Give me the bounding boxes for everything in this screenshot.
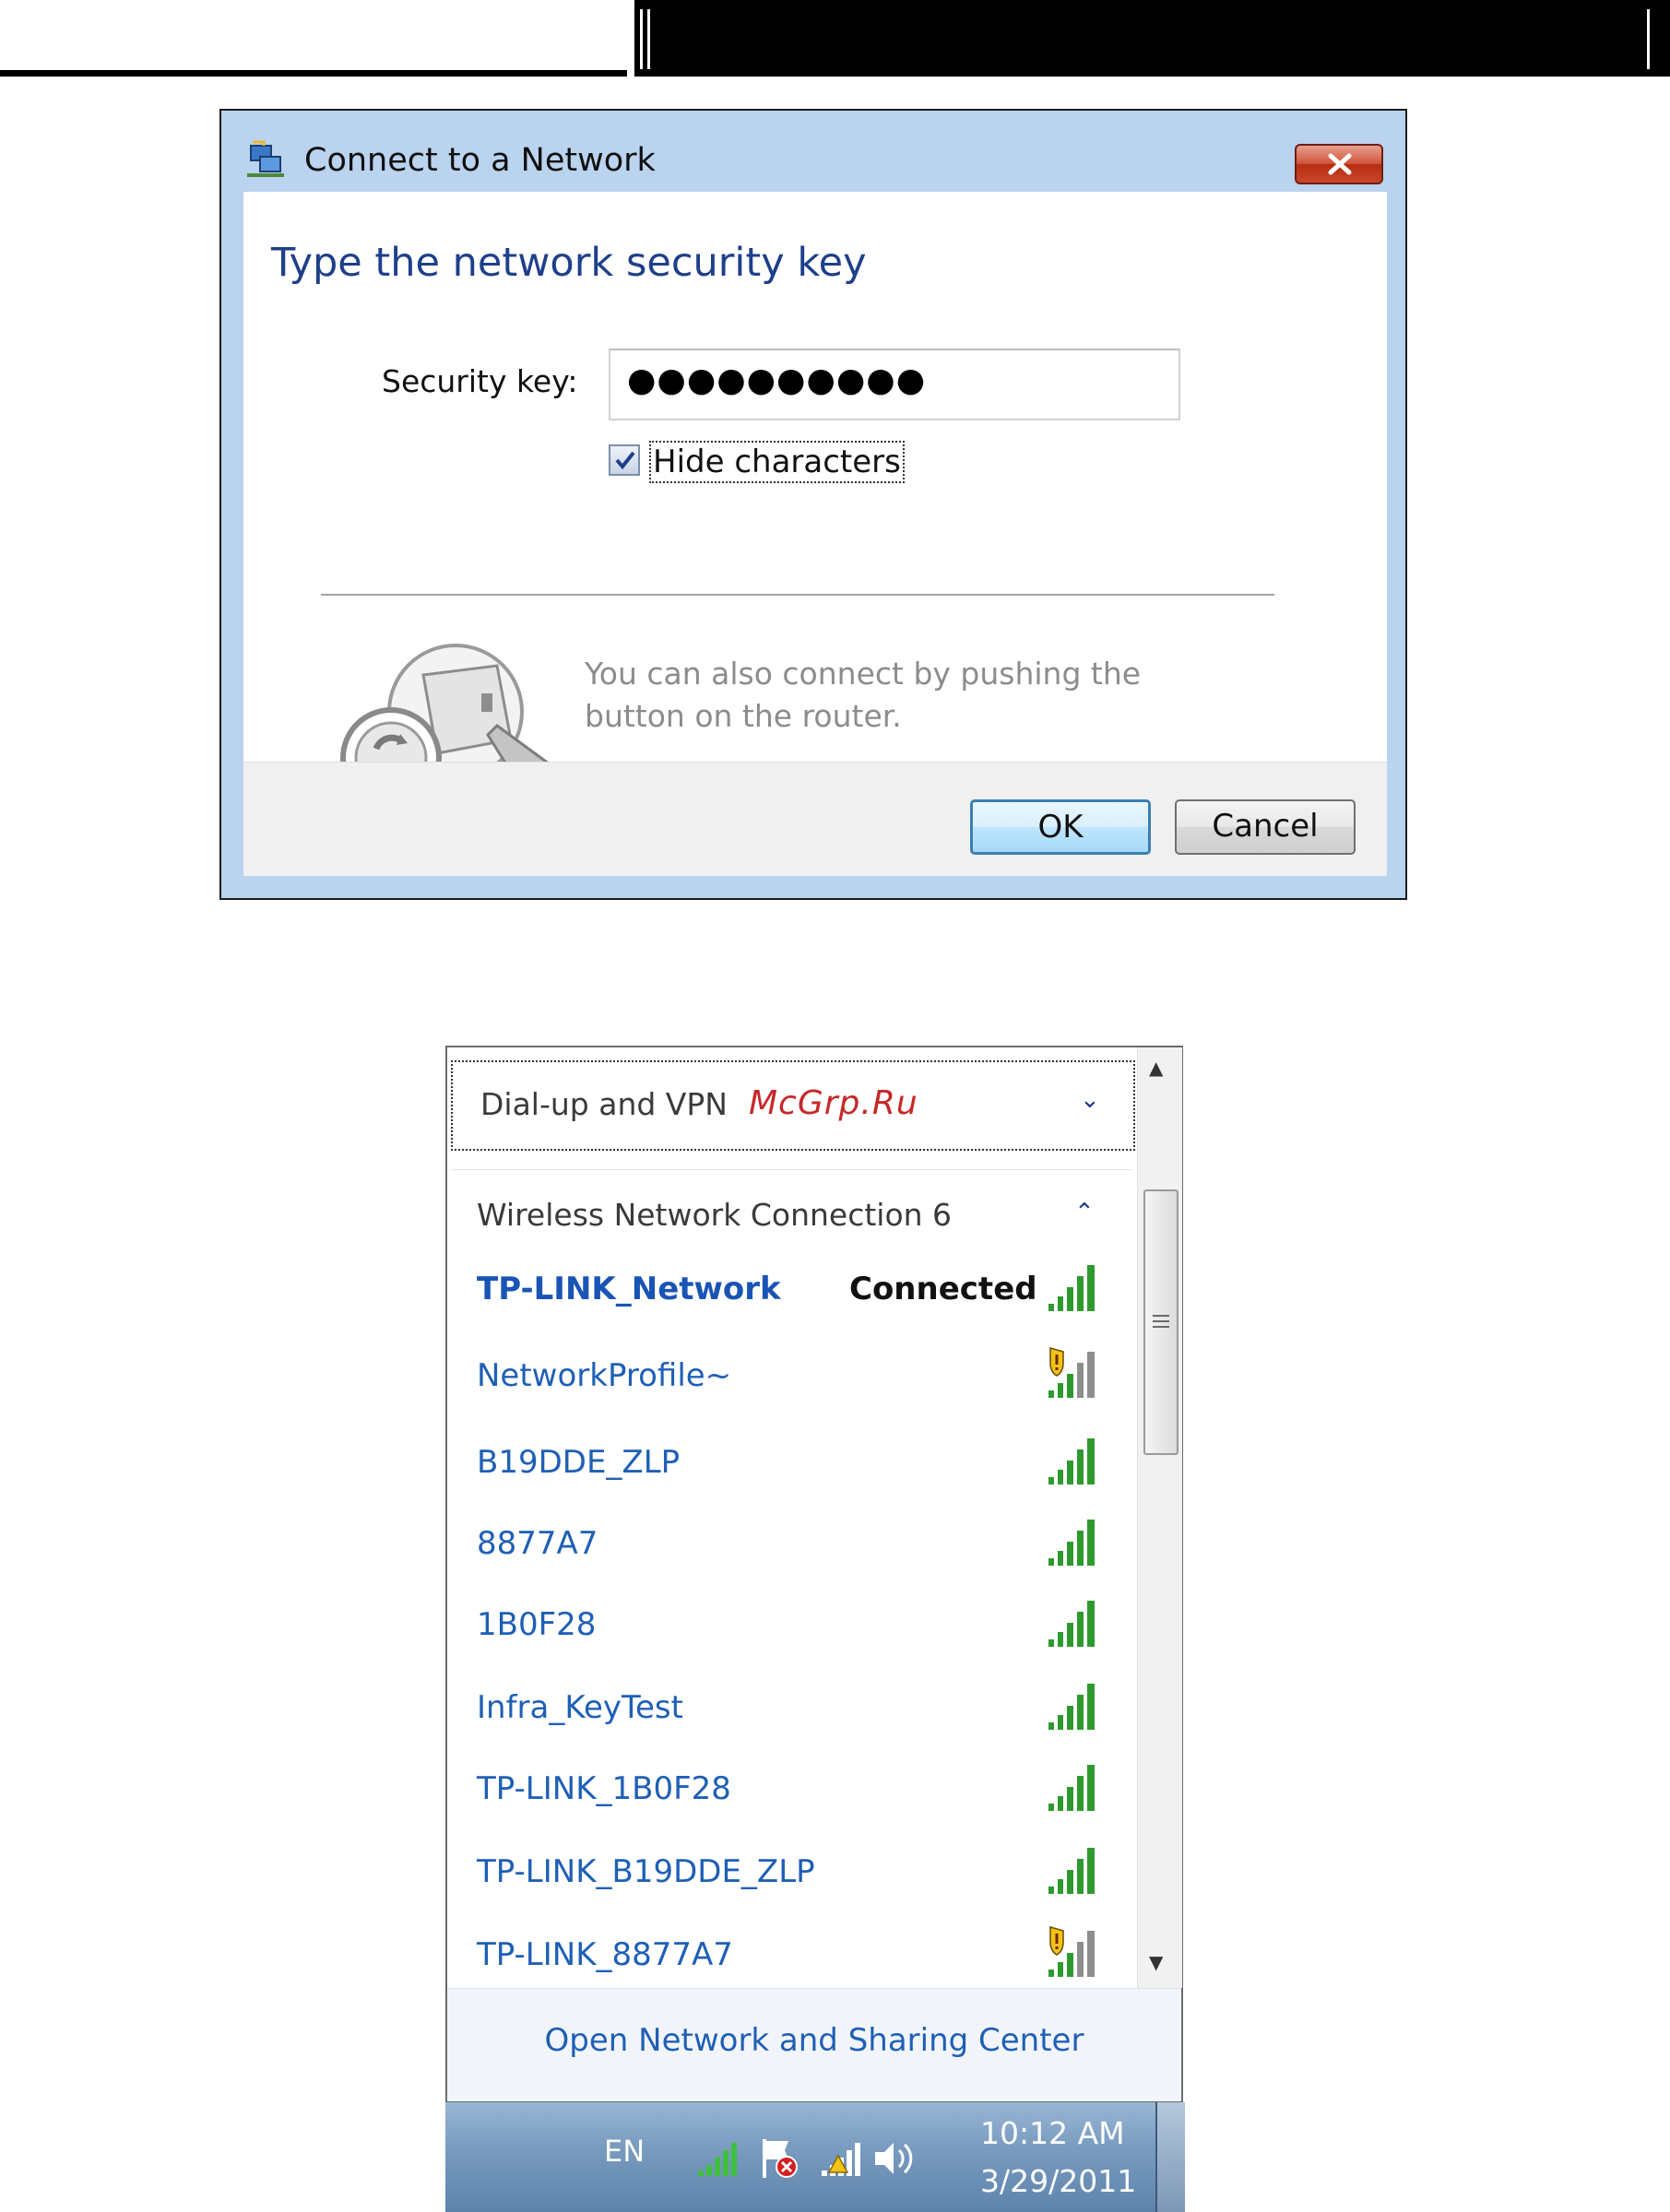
secured-signal-icon	[1048, 1926, 1095, 1977]
signal-strength-icon	[1048, 1684, 1095, 1730]
cancel-button[interactable]: Cancel	[1175, 799, 1356, 855]
network-row[interactable]: 1B0F28	[447, 1588, 1134, 1662]
security-key-label: Security key:	[382, 363, 578, 399]
network-connect-icon	[247, 140, 284, 177]
signal-strength-icon	[1048, 1848, 1095, 1894]
checkmark-icon	[615, 451, 635, 470]
signal-strength-icon	[1048, 1520, 1095, 1566]
section-separator	[451, 1169, 1131, 1170]
language-indicator[interactable]: EN	[604, 2134, 645, 2169]
close-icon	[1328, 153, 1352, 175]
network-name: B19DDE_ZLP	[477, 1444, 681, 1481]
network-list-popup: Dial-up and VPN ⌄ Wireless Network Conne…	[445, 1046, 1183, 2102]
network-row[interactable]: NetworkProfile~	[447, 1339, 1134, 1413]
chevron-up-icon[interactable]: ⌃	[1074, 1199, 1095, 1226]
grip-line	[1153, 1326, 1169, 1328]
signal-strength-icon	[1048, 1601, 1095, 1647]
show-desktop-button[interactable]	[1155, 2102, 1185, 2212]
dialup-vpn-label: Dial-up and VPN	[480, 1086, 728, 1122]
popup-footer: Open Network and Sharing Center	[447, 1988, 1181, 2101]
scrollbar[interactable]: ▲ ▼	[1137, 1047, 1182, 1988]
wireless-warning-icon[interactable]	[818, 2135, 864, 2182]
signal-strength-icon	[1048, 1438, 1095, 1485]
clock-time[interactable]: 10:12 AM	[980, 2115, 1125, 2151]
network-row[interactable]: B19DDE_ZLP	[447, 1425, 1134, 1499]
network-row[interactable]: TP-LINK_Network Connected	[447, 1252, 1134, 1326]
network-row[interactable]: TP-LINK_1B0F28	[447, 1752, 1134, 1826]
dialog-heading: Type the network security key	[271, 240, 867, 286]
volume-icon[interactable]	[870, 2135, 916, 2182]
security-key-value: ●●●●●●●●●●	[627, 361, 927, 399]
close-button[interactable]	[1295, 144, 1383, 184]
hide-characters-label[interactable]: Hide characters	[649, 441, 905, 483]
divider	[321, 594, 1274, 596]
open-network-sharing-center-link[interactable]: Open Network and Sharing Center	[447, 2022, 1181, 2059]
header-divider	[1647, 9, 1650, 69]
network-status: Connected	[849, 1271, 1037, 1307]
network-name: 8877A7	[477, 1525, 598, 1562]
taskbar-tray: EN 10:12 AM 3/29/2011	[445, 2102, 1185, 2212]
network-row[interactable]: TP-LINK_8877A7	[447, 1918, 1134, 1992]
network-name: TP-LINK_B19DDE_ZLP	[477, 1853, 815, 1890]
network-name: NetworkProfile~	[477, 1357, 732, 1394]
security-key-input[interactable]: ●●●●●●●●●●	[609, 349, 1180, 420]
wireless-section-label: Wireless Network Connection 6	[477, 1197, 953, 1233]
secured-signal-icon	[1048, 1347, 1095, 1398]
signal-strength-icon	[1048, 1265, 1095, 1311]
network-row[interactable]: TP-LINK_B19DDE_ZLP	[447, 1835, 1134, 1909]
dialog-title: Connect to a Network	[304, 142, 656, 179]
dialog-content: Type the network security key Security k…	[243, 192, 1387, 812]
header-divider	[640, 9, 643, 69]
chevron-down-icon[interactable]: ⌄	[1080, 1086, 1100, 1114]
action-center-flag-icon[interactable]	[757, 2135, 803, 2182]
ok-button[interactable]: OK	[970, 799, 1151, 855]
wps-hint-text: You can also connect by pushing the butt…	[585, 656, 1142, 734]
network-name: TP-LINK_1B0F28	[477, 1770, 731, 1807]
hide-characters-checkbox[interactable]	[609, 444, 640, 476]
connect-network-dialog: Connect to a Network Type the network se…	[219, 109, 1407, 900]
network-name: 1B0F28	[477, 1606, 597, 1643]
network-name: TP-LINK_8877A7	[477, 1936, 733, 1973]
network-row[interactable]: Infra_KeyTest	[447, 1671, 1134, 1745]
watermark: McGrp.Ru	[749, 1084, 918, 1122]
network-row[interactable]: 8877A7	[447, 1507, 1134, 1580]
scroll-down-arrow-icon[interactable]: ▼	[1149, 1951, 1163, 1973]
wireless-section-header[interactable]: Wireless Network Connection 6 ⌃	[447, 1177, 1134, 1250]
scroll-thumb[interactable]	[1143, 1189, 1178, 1455]
signal-strength-icon	[1048, 1765, 1095, 1811]
network-signal-icon[interactable]	[694, 2135, 740, 2182]
scroll-up-arrow-icon[interactable]: ▲	[1149, 1057, 1163, 1079]
header-bar-left	[0, 70, 627, 77]
header-divider	[647, 9, 650, 69]
header-bar-right	[634, 0, 1670, 77]
grip-line	[1153, 1315, 1169, 1317]
dialog-footer: OK Cancel	[243, 762, 1387, 876]
network-name: Infra_KeyTest	[477, 1689, 683, 1726]
clock-date[interactable]: 3/29/2011	[980, 2163, 1136, 2199]
network-name: TP-LINK_Network	[477, 1271, 781, 1307]
grip-line	[1153, 1320, 1169, 1322]
